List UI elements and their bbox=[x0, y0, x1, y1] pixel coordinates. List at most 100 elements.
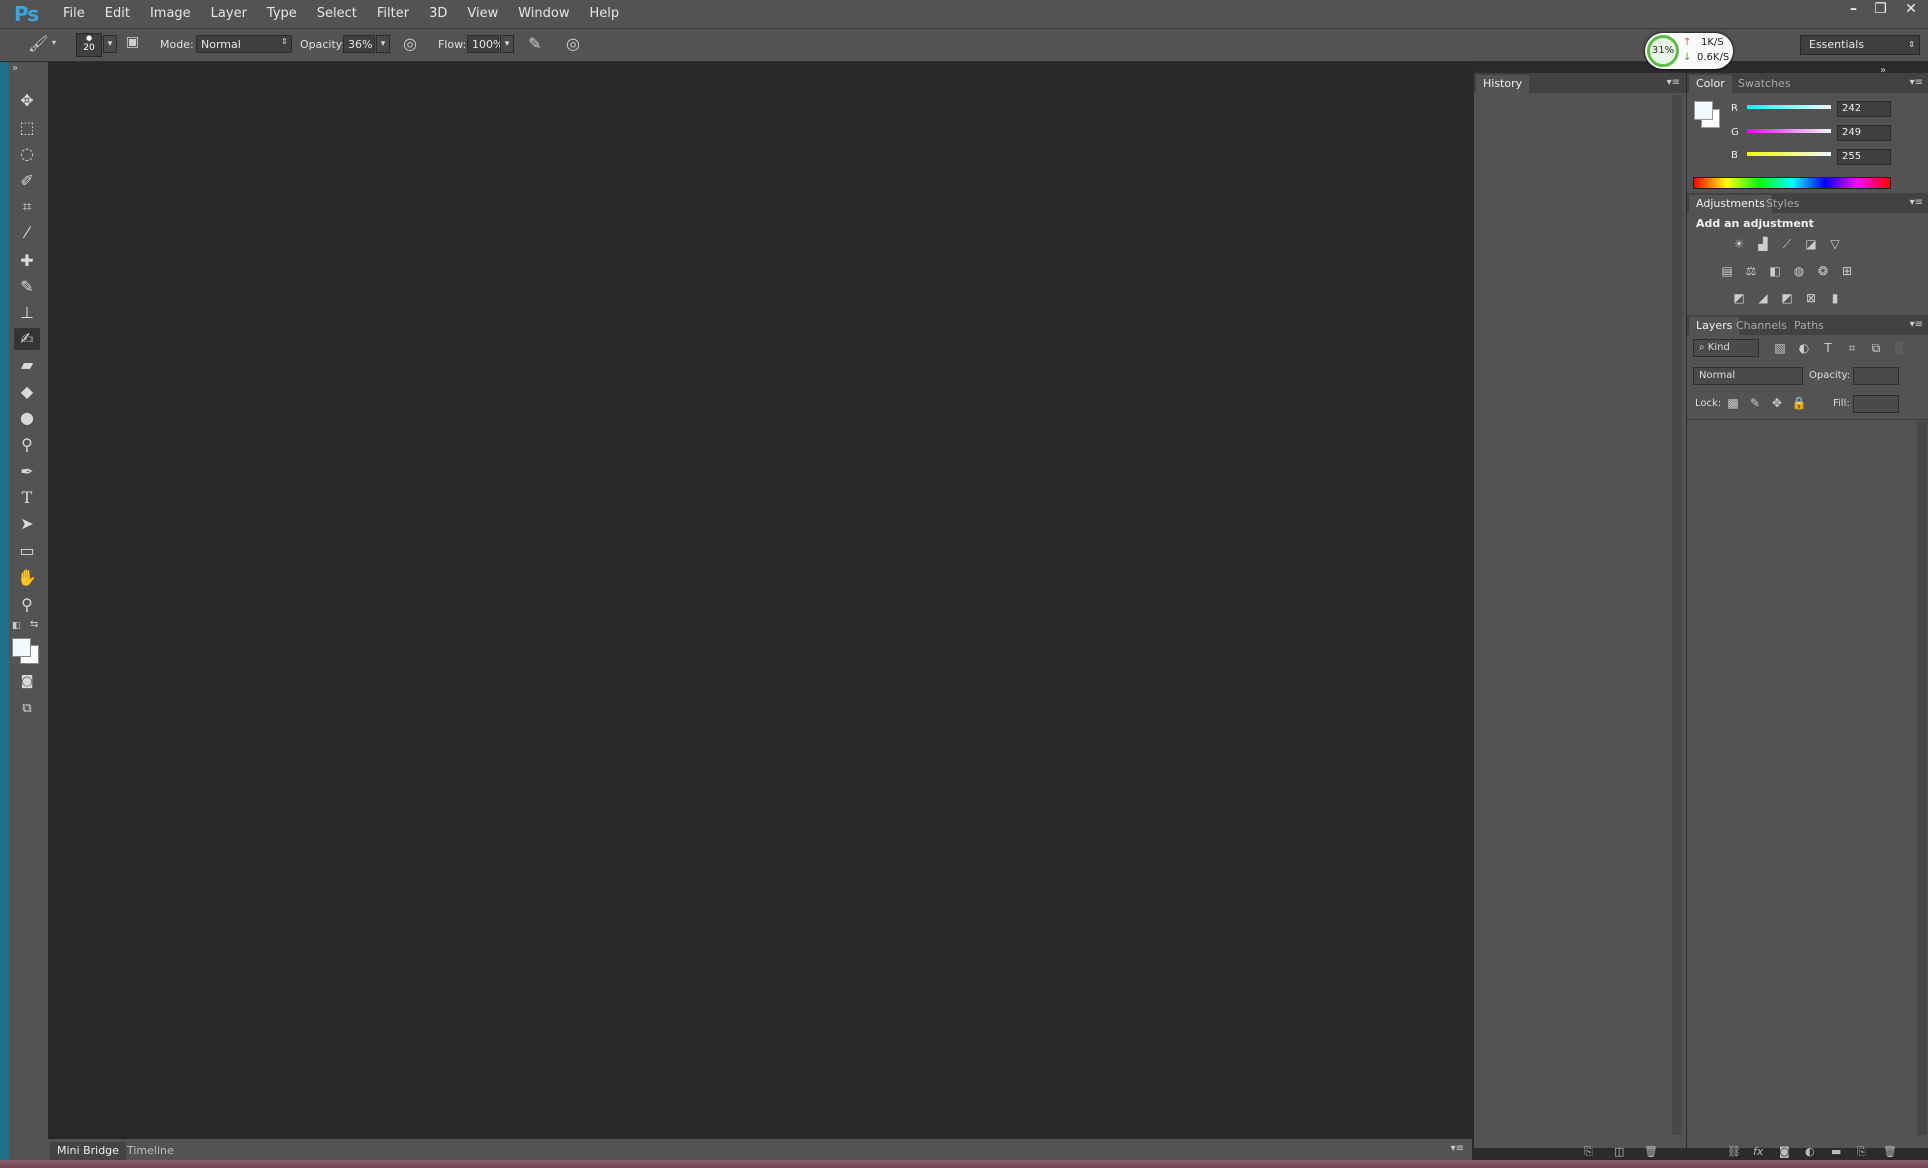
new-layer-icon[interactable]: ⎘ bbox=[1857, 1145, 1866, 1159]
path-selection-tool-icon[interactable]: ➤ bbox=[14, 513, 40, 535]
channel-mixer-icon[interactable]: ❂ bbox=[1814, 263, 1832, 279]
hue-saturation-icon[interactable]: ▤ bbox=[1718, 263, 1736, 279]
type-tool-icon[interactable]: T bbox=[14, 487, 40, 509]
history-brush-tool-icon[interactable]: 🖌 bbox=[28, 34, 48, 53]
color-b-slider[interactable] bbox=[1747, 152, 1831, 156]
dodge-tool-icon[interactable]: ⚲ bbox=[14, 434, 40, 456]
opacity-dropdown[interactable]: ▾ bbox=[376, 35, 390, 53]
color-lookup-icon[interactable]: ⊞ bbox=[1838, 263, 1856, 279]
lock-all-icon[interactable]: 🔒 bbox=[1790, 395, 1808, 411]
menu-view[interactable]: View bbox=[457, 0, 508, 28]
delete-state-icon[interactable]: 🗑 bbox=[1644, 1145, 1658, 1158]
airbrush-icon[interactable]: ✎ bbox=[528, 34, 541, 53]
gradient-map-icon[interactable]: ▮ bbox=[1826, 290, 1844, 306]
eraser-tool-icon[interactable]: ▰ bbox=[14, 354, 40, 376]
tab-paths[interactable]: Paths bbox=[1787, 317, 1831, 335]
color-r-slider[interactable] bbox=[1747, 105, 1831, 109]
history-brush-tool-icon[interactable]: ✍ bbox=[14, 328, 40, 350]
lock-position-icon[interactable]: ✥ bbox=[1768, 395, 1786, 411]
flow-input[interactable]: 100% bbox=[467, 35, 503, 53]
move-tool-icon[interactable]: ✥ bbox=[14, 90, 40, 112]
toolbar-expand-icon[interactable]: » bbox=[12, 63, 18, 74]
menu-3d[interactable]: 3D bbox=[419, 0, 457, 28]
history-scrollbar[interactable] bbox=[1672, 95, 1682, 1135]
opacity-input[interactable]: 36% bbox=[343, 35, 375, 53]
rectangular-marquee-tool-icon[interactable]: ⬚ bbox=[14, 117, 40, 139]
menu-help[interactable]: Help bbox=[580, 0, 630, 28]
layers-scrollbar[interactable] bbox=[1917, 421, 1927, 1135]
posterize-icon[interactable]: ◢ bbox=[1754, 290, 1772, 306]
zoom-tool-icon[interactable]: ⚲ bbox=[14, 594, 40, 616]
brush-preset-dropdown[interactable]: ▾ bbox=[103, 35, 117, 53]
color-foreground-swatch[interactable] bbox=[1694, 101, 1713, 120]
tab-channels[interactable]: Channels bbox=[1729, 317, 1794, 335]
blur-tool-icon[interactable]: ● bbox=[14, 407, 40, 429]
tab-color[interactable]: Color bbox=[1689, 75, 1732, 93]
pen-tool-icon[interactable]: ✒ bbox=[14, 461, 40, 483]
layer-blend-mode-select[interactable]: Normal bbox=[1693, 367, 1803, 385]
quick-selection-tool-icon[interactable]: ✐ bbox=[14, 170, 40, 192]
invert-icon[interactable]: ◩ bbox=[1730, 290, 1748, 306]
layer-opacity-input[interactable] bbox=[1853, 367, 1899, 385]
delete-layer-icon[interactable]: 🗑 bbox=[1883, 1145, 1897, 1158]
menu-edit[interactable]: Edit bbox=[95, 0, 140, 28]
color-panel-menu-icon[interactable]: ▾≡ bbox=[1910, 77, 1923, 88]
adjustments-panel-menu-icon[interactable]: ▾≡ bbox=[1910, 197, 1923, 208]
clone-stamp-tool-icon[interactable]: ⊥ bbox=[14, 302, 40, 324]
lock-image-pixels-icon[interactable]: ✎ bbox=[1746, 395, 1764, 411]
healing-brush-tool-icon[interactable]: ✚ bbox=[14, 250, 40, 272]
lock-transparent-pixels-icon[interactable]: ▩ bbox=[1724, 395, 1742, 411]
filter-type-layers-icon[interactable]: T bbox=[1819, 340, 1837, 356]
filter-toggle[interactable] bbox=[1895, 341, 1903, 355]
levels-icon[interactable]: ▟ bbox=[1754, 236, 1772, 252]
crop-tool-icon[interactable]: ⌗ bbox=[14, 196, 40, 218]
selective-color-icon[interactable]: ⊠ bbox=[1802, 290, 1820, 306]
tablet-size-pressure-icon[interactable]: ◎ bbox=[566, 34, 580, 53]
layers-panel-menu-icon[interactable]: ▾≡ bbox=[1910, 319, 1923, 330]
default-colors-icon[interactable]: ◧ bbox=[12, 621, 21, 631]
workspace-switcher[interactable]: Essentials ⇕ bbox=[1800, 35, 1920, 55]
menu-layer[interactable]: Layer bbox=[201, 0, 257, 28]
photo-filter-icon[interactable]: ◍ bbox=[1790, 263, 1808, 279]
screen-mode-icon[interactable]: ⧉ bbox=[14, 698, 40, 720]
threshold-icon[interactable]: ◩ bbox=[1778, 290, 1796, 306]
menu-filter[interactable]: Filter bbox=[367, 0, 419, 28]
tab-styles[interactable]: Styles bbox=[1759, 195, 1806, 213]
color-g-input[interactable]: 249 bbox=[1837, 125, 1891, 141]
new-group-icon[interactable]: ▬ bbox=[1831, 1145, 1841, 1158]
document-canvas-area[interactable] bbox=[48, 62, 1472, 1138]
layer-style-fx-icon[interactable]: fx bbox=[1753, 1145, 1763, 1158]
bottom-panel-menu-icon[interactable]: ▾≡ bbox=[1451, 1143, 1464, 1154]
swap-colors-icon[interactable]: ⇆ bbox=[30, 619, 38, 630]
new-fill-adjustment-layer-icon[interactable]: ◐ bbox=[1805, 1145, 1815, 1158]
restore-button[interactable]: ❐ bbox=[1867, 0, 1894, 20]
lasso-tool-icon[interactable]: ◌ bbox=[14, 143, 40, 165]
eyedropper-tool-icon[interactable]: ⁄ bbox=[14, 222, 40, 244]
brightness-contrast-icon[interactable]: ☀ bbox=[1730, 236, 1748, 252]
filter-shape-layers-icon[interactable]: ⌗ bbox=[1843, 340, 1861, 356]
filter-smart-objects-icon[interactable]: ⧉ bbox=[1867, 340, 1885, 356]
mode-select[interactable]: Normal bbox=[196, 35, 292, 53]
close-button[interactable]: ✕ bbox=[1894, 0, 1928, 20]
hand-tool-icon[interactable]: ✋ bbox=[14, 567, 40, 589]
color-g-slider[interactable] bbox=[1747, 129, 1831, 133]
network-monitor-widget[interactable]: 31% ↑ 1K/S ↓ 0.6K/S bbox=[1645, 33, 1733, 69]
layer-fill-input[interactable] bbox=[1853, 395, 1899, 413]
layer-filter-kind[interactable]: ⌕ Kind bbox=[1693, 339, 1759, 357]
new-document-from-state-icon[interactable]: ⎘ bbox=[1584, 1145, 1593, 1159]
black-white-icon[interactable]: ◧ bbox=[1766, 263, 1784, 279]
filter-adjustment-layers-icon[interactable]: ◐ bbox=[1795, 340, 1813, 356]
link-layers-icon[interactable]: ⛓ bbox=[1727, 1145, 1741, 1158]
tool-preset-dropdown-icon[interactable]: ▾ bbox=[52, 38, 56, 47]
vibrance-icon[interactable]: ▽ bbox=[1826, 236, 1844, 252]
menu-file[interactable]: File bbox=[53, 0, 95, 28]
color-balance-icon[interactable]: ⚖ bbox=[1742, 263, 1760, 279]
add-layer-mask-icon[interactable]: ◙ bbox=[1779, 1145, 1790, 1158]
brush-panel-toggle-icon[interactable]: ▣ bbox=[126, 34, 139, 50]
minimize-button[interactable]: – bbox=[1840, 0, 1867, 20]
menu-select[interactable]: Select bbox=[307, 0, 367, 28]
menu-type[interactable]: Type bbox=[257, 0, 307, 28]
color-spectrum-ramp[interactable] bbox=[1693, 177, 1891, 189]
curves-icon[interactable]: ⟋ bbox=[1778, 236, 1796, 252]
tab-mini-bridge[interactable]: Mini Bridge bbox=[50, 1142, 126, 1160]
